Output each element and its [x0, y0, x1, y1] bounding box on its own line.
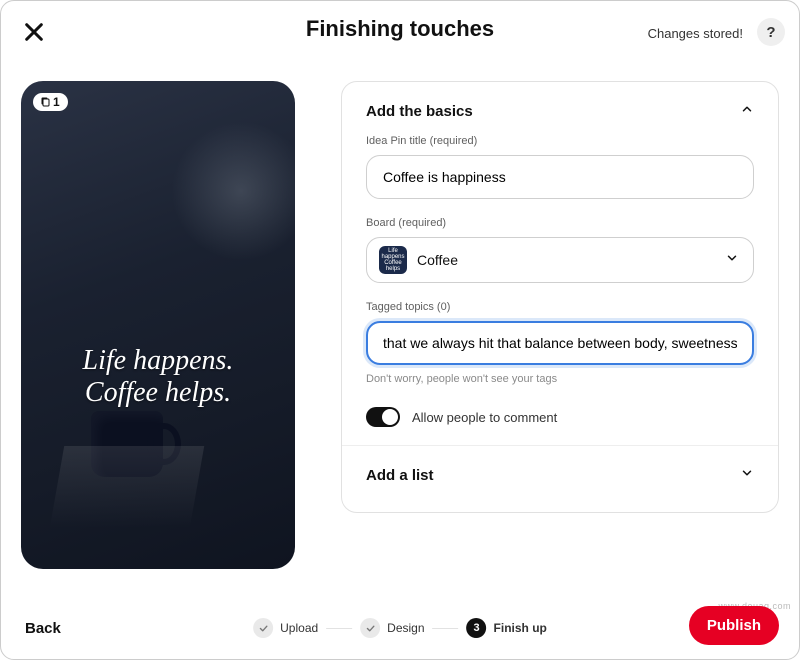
details-panel: Add the basics Idea Pin title (required)… — [341, 81, 779, 513]
chevron-down-icon — [740, 466, 754, 485]
preview-overlay-text: Life happens. Coffee helps. — [21, 345, 295, 409]
page-count-badge: 1 — [33, 93, 68, 111]
add-list-title: Add a list — [366, 467, 434, 484]
step-connector — [326, 628, 352, 629]
check-icon — [258, 623, 269, 634]
chevron-up-icon — [740, 102, 754, 121]
board-thumbnail: Life happens Coffee helps — [379, 246, 407, 274]
close-button[interactable] — [23, 21, 47, 45]
title-label: Idea Pin title (required) — [366, 135, 754, 147]
comment-toggle-row: Allow people to comment — [366, 407, 754, 427]
question-icon: ? — [766, 24, 775, 41]
board-name: Coffee — [417, 252, 458, 268]
pages-icon — [39, 96, 51, 108]
toggle-knob — [382, 409, 398, 425]
basics-section-header[interactable]: Add the basics — [342, 82, 778, 135]
topics-input[interactable] — [366, 321, 754, 365]
editor-modal: Finishing touches Changes stored! ? 1 Li… — [0, 0, 800, 660]
page-count: 1 — [53, 95, 60, 109]
step-upload[interactable]: Upload — [253, 618, 318, 638]
basics-section-body: Idea Pin title (required) Board (require… — [342, 135, 778, 445]
stepper: Upload Design 3 Finish up — [253, 618, 547, 638]
title-field-group: Idea Pin title (required) — [366, 135, 754, 199]
content-body: 1 Life happens. Coffee helps. Add the ba… — [1, 57, 799, 569]
pin-preview[interactable]: 1 Life happens. Coffee helps. — [21, 81, 295, 569]
footer: Back Upload Design 3 Finish up Publish — [1, 597, 799, 659]
preview-mug-shape — [91, 411, 163, 477]
board-label: Board (required) — [366, 217, 754, 229]
topics-hint: Don't worry, people won't see your tags — [366, 373, 754, 385]
step-finish[interactable]: 3 Finish up — [467, 618, 547, 638]
check-icon — [365, 623, 376, 634]
board-field-group: Board (required) Life happens Coffee hel… — [366, 217, 754, 283]
title-input[interactable] — [366, 155, 754, 199]
page-title: Finishing touches — [306, 16, 494, 42]
back-button[interactable]: Back — [25, 620, 61, 637]
chevron-down-icon — [725, 251, 739, 270]
close-icon — [23, 21, 45, 43]
header: Finishing touches Changes stored! ? — [1, 1, 799, 57]
save-status: Changes stored! — [648, 26, 743, 41]
topics-field-group: Tagged topics (0) Don't worry, people wo… — [366, 301, 754, 385]
step-active-number: 3 — [467, 618, 487, 638]
step-label: Finish up — [494, 621, 547, 635]
basics-section-title: Add the basics — [366, 103, 473, 120]
step-connector — [433, 628, 459, 629]
step-done-icon — [360, 618, 380, 638]
step-design[interactable]: Design — [360, 618, 424, 638]
publish-button[interactable]: Publish — [689, 606, 779, 645]
board-select[interactable]: Life happens Coffee helps Coffee — [366, 237, 754, 283]
comment-toggle[interactable] — [366, 407, 400, 427]
step-label: Design — [387, 621, 424, 635]
step-label: Upload — [280, 621, 318, 635]
help-button[interactable]: ? — [757, 18, 785, 46]
step-done-icon — [253, 618, 273, 638]
topics-label: Tagged topics (0) — [366, 301, 754, 313]
add-list-section-header[interactable]: Add a list — [342, 446, 778, 505]
comment-toggle-label: Allow people to comment — [412, 410, 557, 425]
